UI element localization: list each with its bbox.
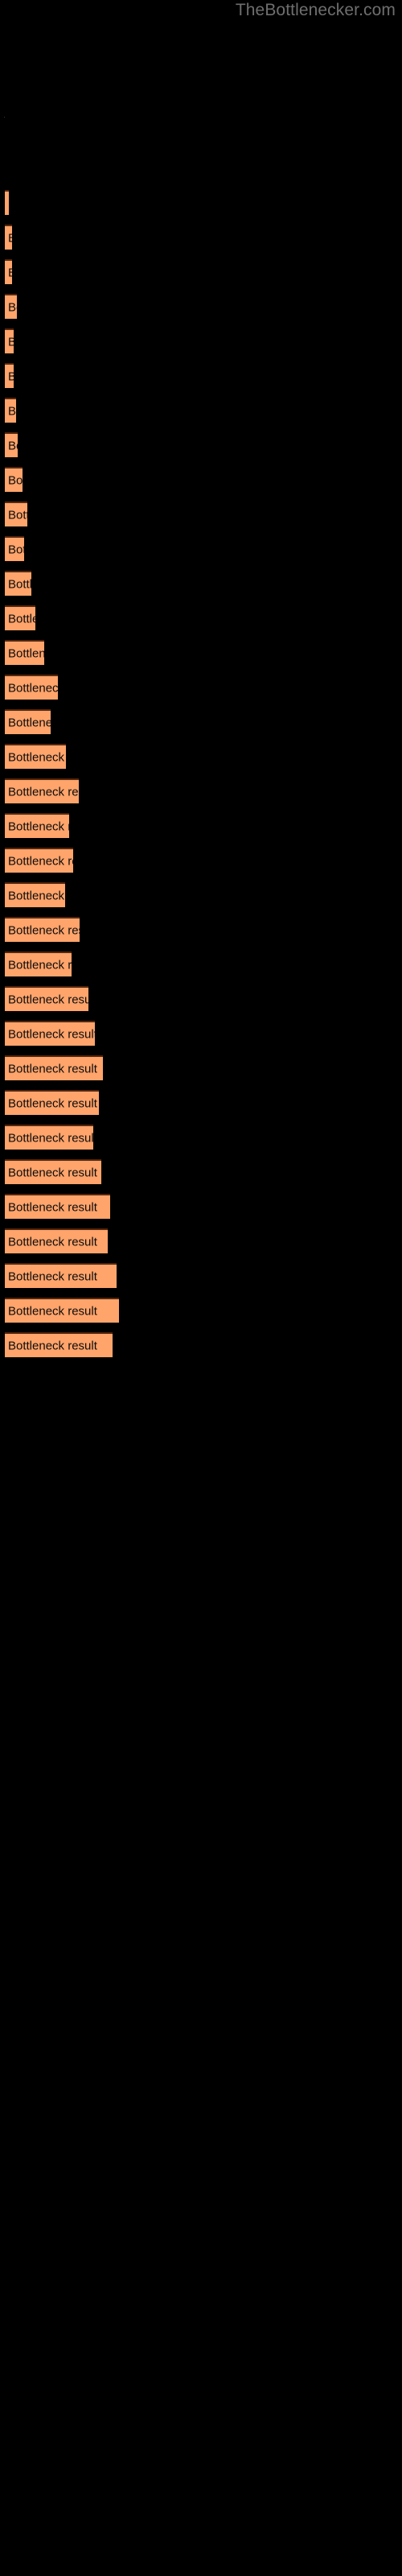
chart-bar[interactable]: Bottleneck result (5, 1021, 95, 1046)
bar-label: Bottleneck result (8, 1096, 97, 1110)
chart-bar[interactable]: Bottleneck result (5, 882, 65, 907)
bar-label: Bottleneck result (8, 785, 79, 799)
chart-bar[interactable]: Bottleneck result (5, 813, 69, 838)
bar-label: Bottleneck result (8, 819, 69, 833)
bar-label: Bottleneck result (8, 1304, 97, 1318)
chart-bar[interactable]: Bottleneck result (5, 259, 12, 284)
chart-bar[interactable]: Bottleneck result (5, 328, 14, 353)
bar-label: Bottleneck result (8, 1027, 95, 1041)
chart-bar[interactable]: Bottleneck result (5, 1263, 117, 1288)
plot-area: Bottleneck result Bottleneck result Bottle… (0, 0, 402, 2576)
bar-label: Bottleneck result (8, 543, 24, 556)
chart-bar[interactable]: Bottleneck result (5, 640, 44, 665)
bar-label: Bottleneck result (8, 577, 31, 591)
bar-label: Bottleneck result (8, 1269, 97, 1283)
chart-bar[interactable]: Bottleneck result (5, 1090, 99, 1115)
chart-bar[interactable]: Bottleneck result (5, 536, 24, 561)
chart-bar[interactable]: Bottleneck result (5, 1298, 119, 1323)
bar-label: Bottleneck result (8, 404, 16, 418)
bar-label: Bottleneck result (8, 889, 65, 902)
bar-label: Bottleneck result (8, 335, 14, 349)
bar-label: Bottleneck result (8, 646, 44, 660)
bar-label: Bottleneck result (8, 266, 12, 279)
bar-label: Bottleneck result (8, 681, 58, 695)
bar-label: Bottleneck result (8, 1062, 97, 1075)
chart-bar[interactable]: Bottleneck result (5, 1159, 101, 1184)
bar-label: Bottleneck result (8, 612, 35, 625)
bar-label: Bottleneck result (8, 473, 23, 487)
bar-label: Bottleneck result (8, 993, 88, 1006)
chart-bar[interactable]: Bottleneck result (5, 1332, 113, 1357)
bar-label: Bottleneck result (8, 750, 66, 764)
chart-bar[interactable]: Bottleneck result (5, 952, 72, 976)
chart-bar[interactable]: Bottleneck result (5, 675, 58, 700)
bar-label: Bottleneck result (8, 300, 17, 314)
chart-bar[interactable]: Bottleneck result (5, 467, 23, 492)
chart-bar[interactable]: Bottleneck result (5, 709, 51, 734)
chart-bar[interactable]: Bottleneck result (5, 190, 9, 215)
chart-bar[interactable]: Bottleneck result (5, 432, 18, 457)
bar-label: Bottleneck result (8, 369, 14, 383)
chart-bar[interactable]: Bottleneck result (5, 398, 16, 423)
bar-label: Bottleneck result (8, 1235, 97, 1249)
bottleneck-bar-chart: TheBottlenecker.com Bottleneck resultBot… (0, 0, 402, 2576)
chart-bar[interactable]: Bottleneck result (5, 848, 73, 873)
chart-bar[interactable]: Bottleneck result (5, 778, 79, 803)
chart-bar[interactable]: Bottleneck result (5, 225, 12, 250)
bar-label: Bottleneck result (8, 1200, 97, 1214)
chart-bar[interactable]: Bottleneck result (5, 1228, 108, 1253)
chart-bar[interactable]: Bottleneck result (5, 294, 17, 319)
chart-bar[interactable]: Bottleneck result (5, 986, 88, 1011)
chart-bar[interactable]: Bottleneck result (5, 1194, 110, 1219)
bar-label: Bottleneck result (8, 854, 73, 868)
bar-label: Bottleneck result (8, 196, 9, 210)
bar-label: Bottleneck result (8, 231, 12, 245)
chart-bar[interactable]: Bottleneck result (5, 571, 31, 596)
chart-bar[interactable]: Bottleneck result (5, 363, 14, 388)
chart-bar[interactable]: Bottleneck result (5, 1055, 103, 1080)
bar-label: Bottleneck result (8, 716, 51, 729)
chart-bar[interactable]: Bottleneck result (5, 1125, 93, 1150)
bar-label: Bottleneck result (8, 508, 27, 522)
bar-label: Bottleneck result (8, 1166, 97, 1179)
bar-label: Bottleneck result (8, 1339, 97, 1352)
chart-bar[interactable]: Bottleneck result (5, 917, 80, 942)
chart-bar[interactable]: Bottleneck result (5, 502, 27, 526)
bar-label: Bottleneck result (8, 1131, 93, 1145)
bar-label: Bottleneck result (8, 923, 80, 937)
bar-label: Bottleneck result (8, 958, 72, 972)
chart-bar[interactable]: Bottleneck result (5, 744, 66, 769)
bar-label: Bottleneck result (8, 439, 18, 452)
chart-bar[interactable]: Bottleneck result (5, 605, 35, 630)
